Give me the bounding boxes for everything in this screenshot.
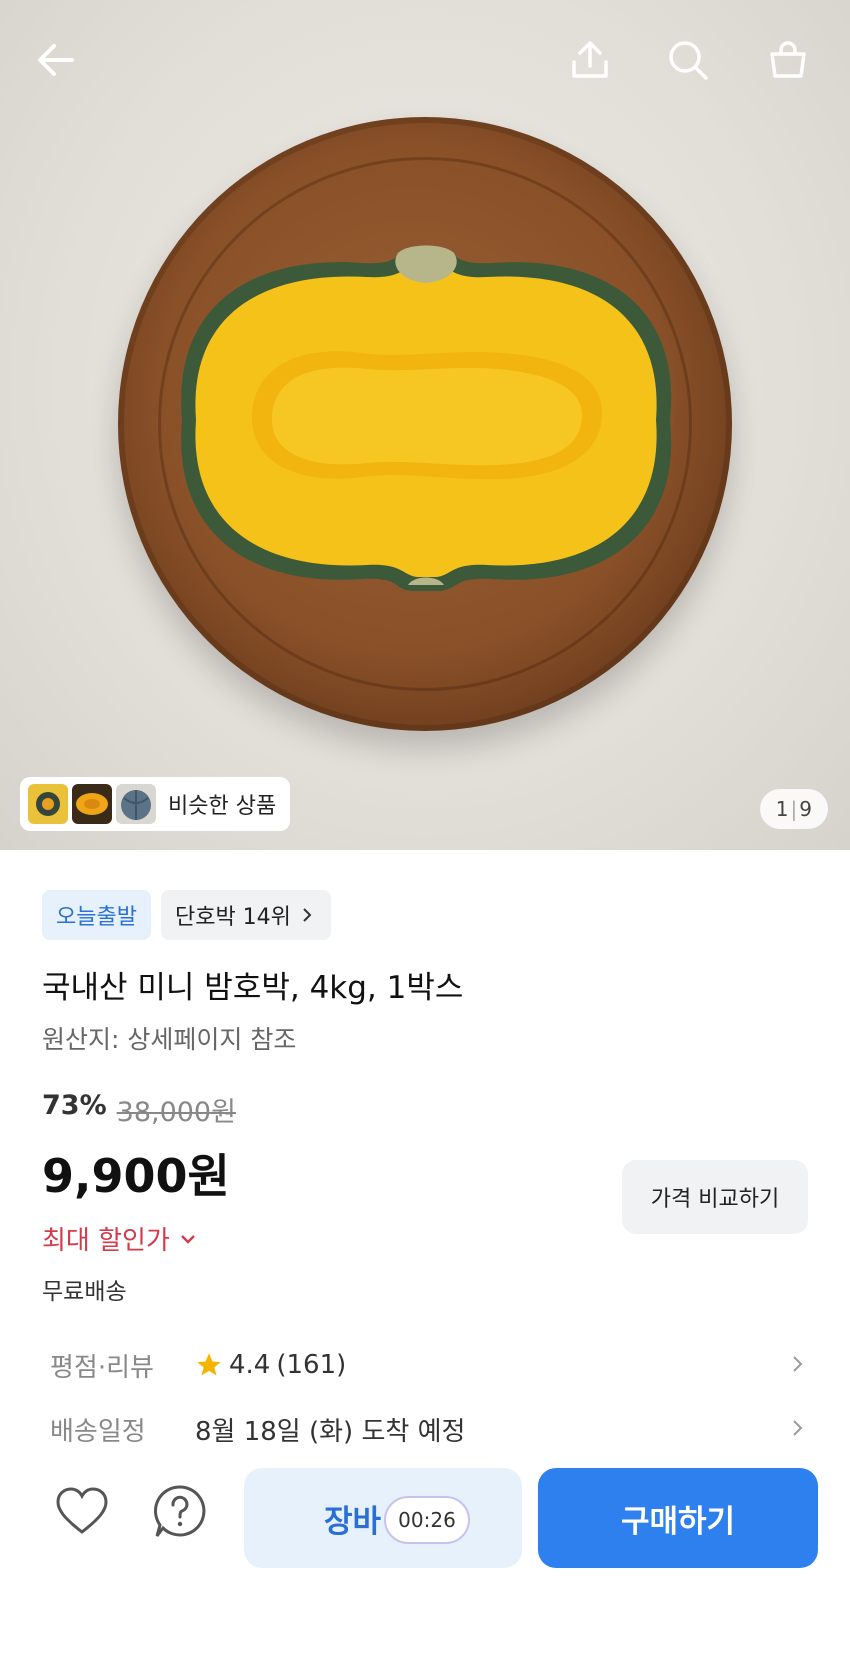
image-counter: 1 | 9	[759, 789, 828, 829]
image-total: 9	[799, 797, 812, 821]
share-button[interactable]	[560, 30, 620, 90]
max-discount-label: 최대 할인가	[42, 1226, 170, 1256]
search-icon	[669, 41, 708, 80]
add-to-cart-label: 장바	[324, 1503, 382, 1540]
share-icon	[572, 41, 608, 78]
rating-value-group: 4.4 (161)	[195, 1350, 346, 1380]
wishlist-button[interactable]	[52, 1482, 112, 1542]
similar-products-button[interactable]: 비슷한 상품	[20, 777, 291, 831]
pumpkin-image	[181, 245, 672, 591]
image-current: 1	[775, 797, 789, 821]
delivery-label: 배송일정	[50, 1416, 146, 1447]
category-rank-link[interactable]: 단호박 14위	[160, 890, 331, 940]
rating-review-row[interactable]: 평점·리뷰 4.4 (161)	[50, 1340, 810, 1390]
buy-now-button[interactable]: 구매하기	[538, 1468, 818, 1568]
inquiry-button[interactable]	[150, 1482, 210, 1542]
category-rank-label: 단호박 14위	[174, 905, 291, 930]
star-icon	[197, 1353, 221, 1376]
chevron-right-icon	[303, 908, 312, 922]
chevron-right-icon	[793, 1356, 803, 1372]
rating-score: 4.4	[229, 1350, 271, 1380]
cart-button[interactable]	[758, 30, 818, 90]
back-button[interactable]	[26, 30, 86, 90]
discount-rate: 73%	[42, 1090, 107, 1121]
review-count: (161)	[276, 1350, 347, 1380]
sale-price: 9,900원	[42, 1149, 230, 1203]
similar-thumb-3	[116, 784, 156, 824]
delivery-schedule-row[interactable]: 배송일정 8월 18일 (화) 도착 예정	[50, 1404, 810, 1454]
similar-thumb-1	[28, 784, 68, 824]
today-shipping-badge: 오늘출발	[42, 890, 151, 940]
question-bubble-icon	[153, 1485, 206, 1537]
similar-products-label: 비슷한 상품	[168, 794, 277, 819]
countdown-timer: 00:26	[384, 1496, 470, 1544]
rating-label: 평점·리뷰	[50, 1352, 154, 1383]
search-button[interactable]	[658, 30, 718, 90]
original-price: 38,000원	[116, 1097, 236, 1128]
product-origin: 원산지: 상세페이지 참조	[42, 1025, 297, 1054]
product-image[interactable]: 비슷한 상품 1 | 9	[0, 0, 850, 850]
add-to-cart-button[interactable]: 장바 00:26	[244, 1468, 522, 1568]
discount-row: 73% 38,000원	[42, 1090, 236, 1129]
arrow-left-icon	[38, 44, 74, 76]
chevron-down-icon	[181, 1234, 195, 1244]
heart-icon	[56, 1487, 108, 1534]
similar-thumb-2	[72, 784, 112, 824]
shipping-info: 무료배송	[42, 1279, 127, 1305]
product-title: 국내산 미니 밤호박, 4kg, 1박스	[42, 970, 464, 1006]
max-discount-toggle[interactable]: 최대 할인가	[42, 1220, 198, 1257]
shopping-bag-icon	[770, 41, 806, 78]
badge-row: 오늘출발 단호박 14위	[42, 890, 331, 940]
delivery-value: 8월 18일 (화) 도착 예정	[195, 1416, 466, 1447]
bottom-action-bar: 장바 00:26 구매하기	[0, 1450, 850, 1580]
chevron-right-icon	[793, 1420, 803, 1436]
price-compare-button[interactable]: 가격 비교하기	[622, 1160, 808, 1234]
